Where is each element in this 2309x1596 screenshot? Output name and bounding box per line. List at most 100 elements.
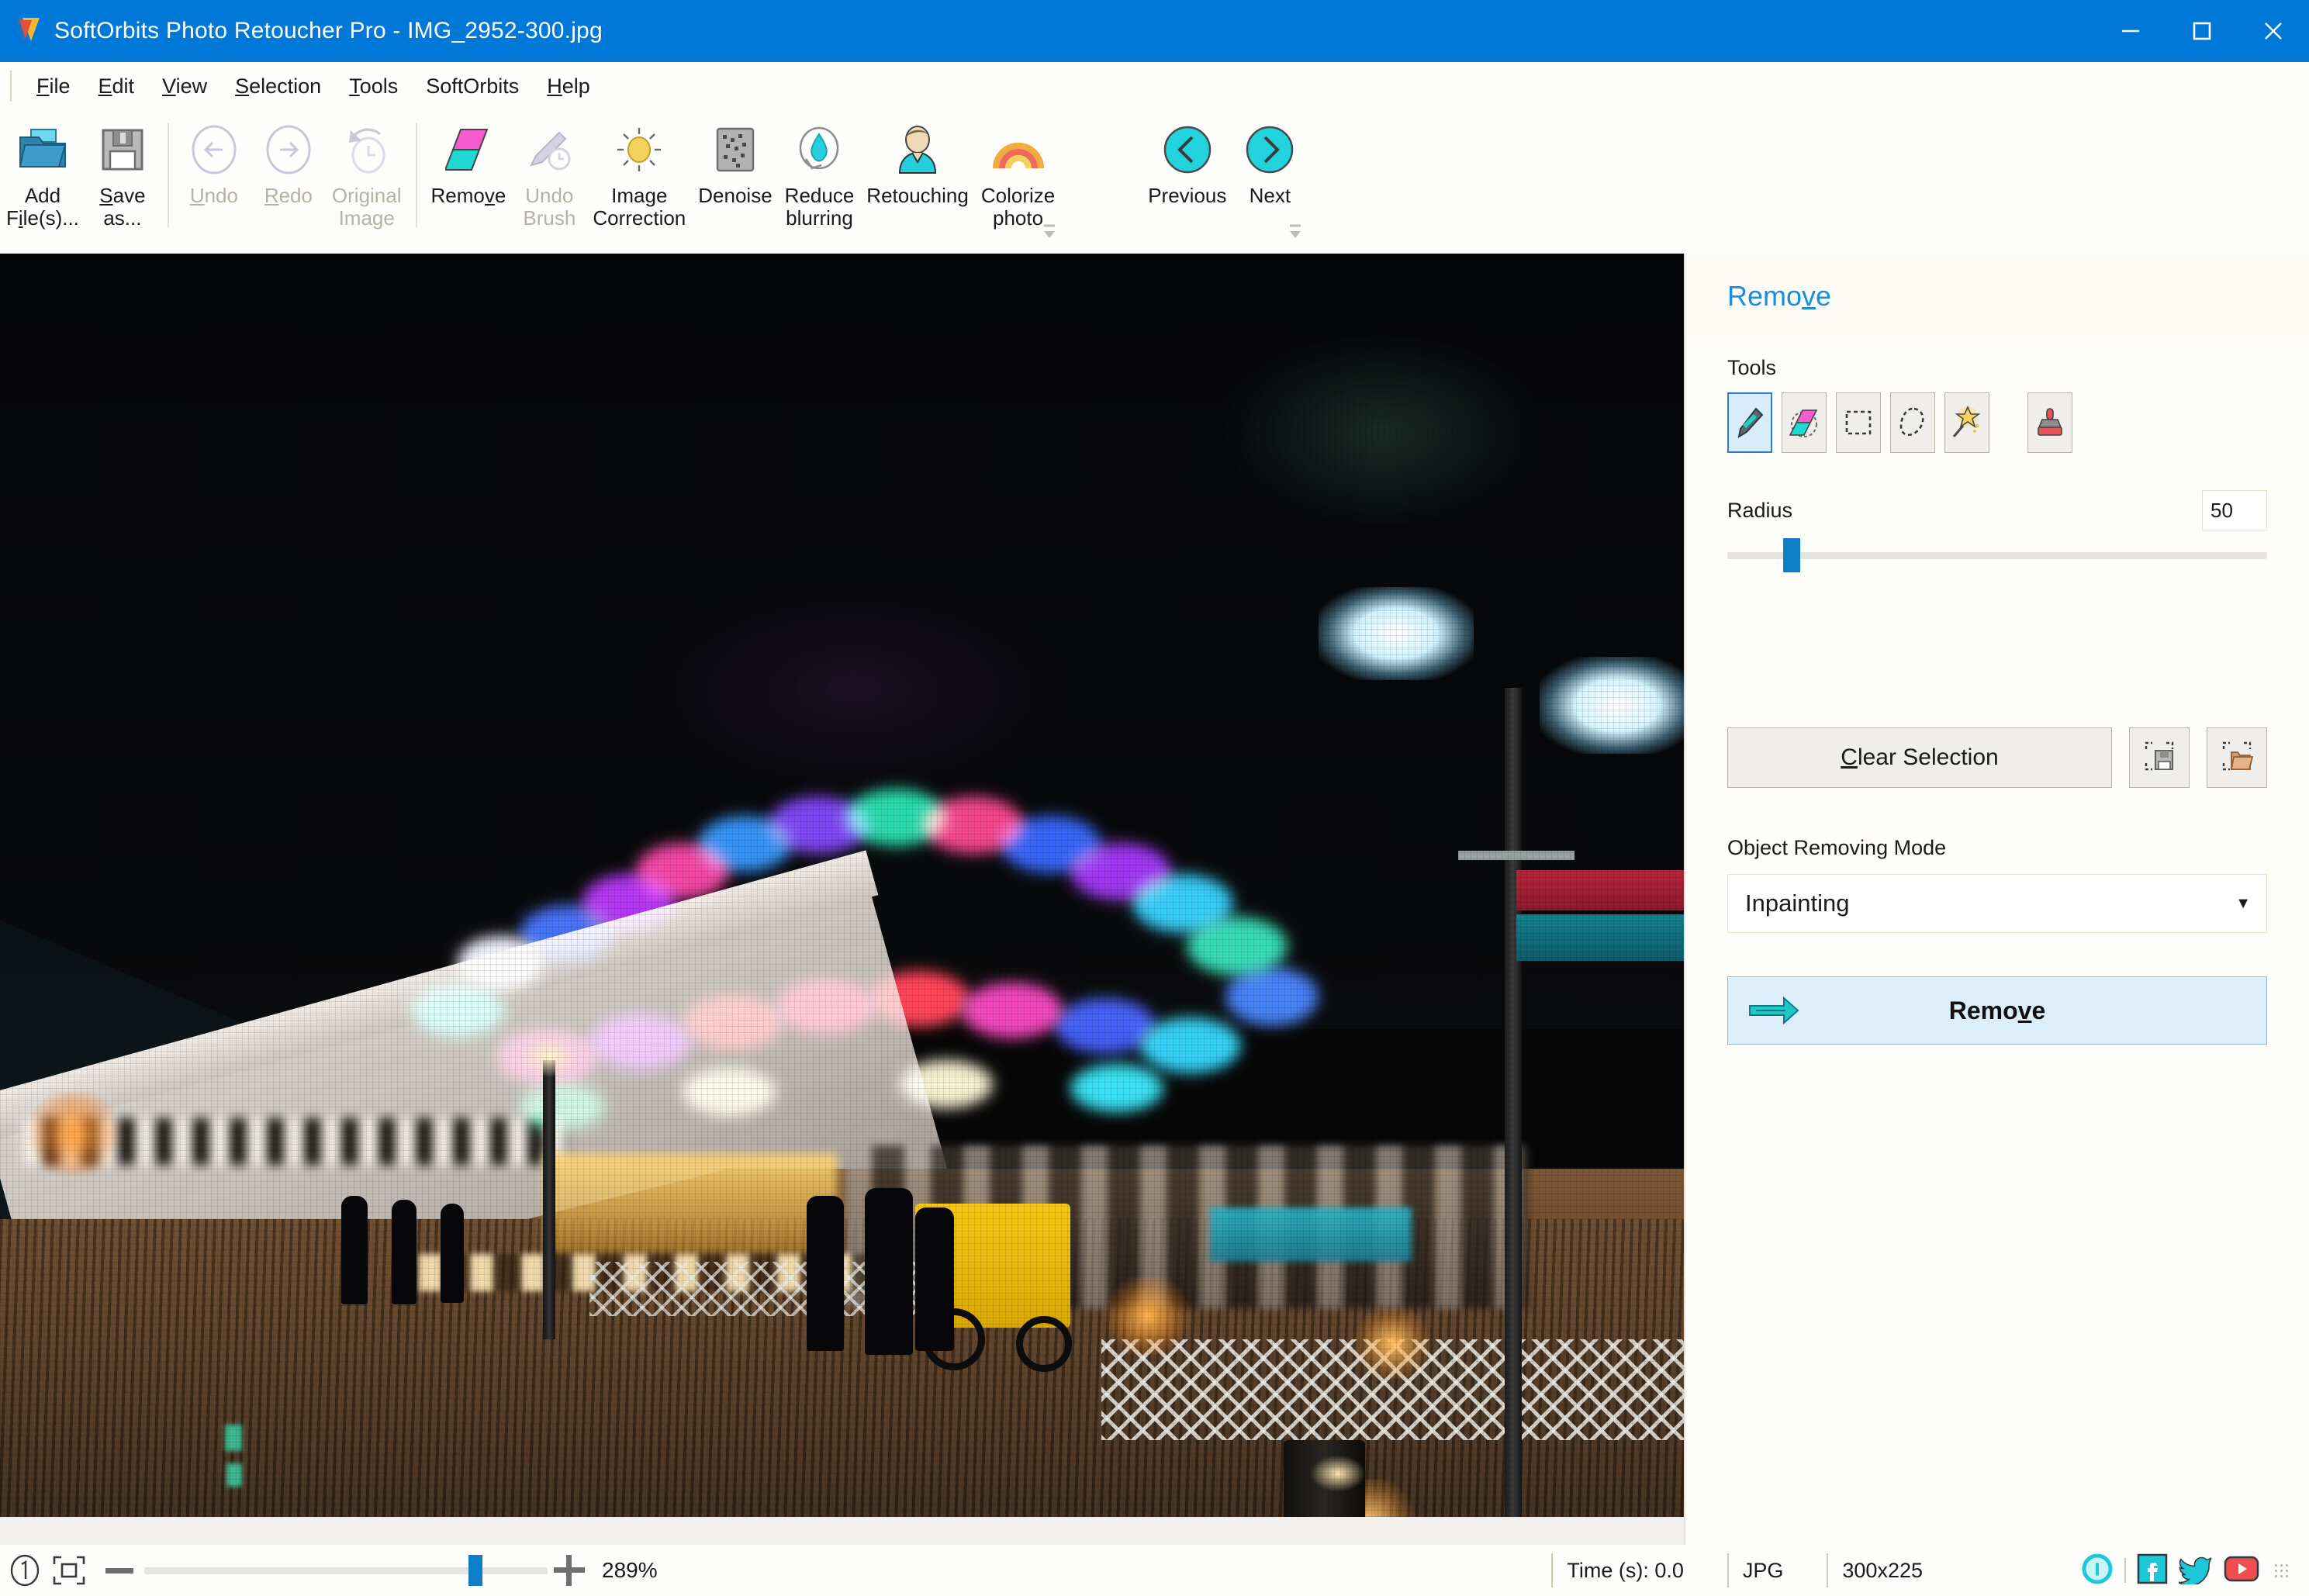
status-bar: 289% Time (s): 0.0 JPG 300x225 — [0, 1545, 2309, 1596]
retouching-button[interactable]: Retouching — [860, 110, 975, 246]
denoise-grid-icon — [713, 119, 758, 180]
original-image-button[interactable]: Original Image — [326, 110, 408, 246]
undo-arrow-icon — [190, 119, 238, 180]
resize-grip-icon[interactable] — [2273, 1563, 2289, 1578]
menu-item-view[interactable]: View — [148, 74, 221, 98]
ribbon-expand-icon[interactable] — [1041, 221, 1058, 241]
radius-slider[interactable] — [1727, 538, 2267, 572]
save-selection-icon — [2143, 740, 2176, 776]
title-bar: SoftOrbits Photo Retoucher Pro - IMG_295… — [0, 0, 2309, 62]
menu-item-softorbits[interactable]: SoftOrbits — [412, 74, 533, 98]
chevron-down-icon: ▼ — [2235, 894, 2251, 912]
object-removing-mode-select[interactable]: Inpainting ▼ — [1727, 874, 2267, 933]
save-as-button[interactable]: Save as... — [85, 110, 160, 246]
magic-wand-icon — [1951, 406, 1983, 440]
zoom-actual-size-icon[interactable] — [8, 1553, 42, 1587]
canvas-scroll-region[interactable] — [0, 1517, 1684, 1545]
remove-action-label: Remove — [1948, 996, 2046, 1024]
eraser-tool[interactable] — [1782, 392, 1827, 453]
save-selection-button[interactable] — [2129, 727, 2190, 788]
zoom-percent-label: 289% — [602, 1558, 658, 1582]
photo-image[interactable] — [0, 254, 1684, 1517]
window-controls — [2095, 0, 2309, 62]
ribbon-group-navigation: Previous Next — [1142, 110, 1307, 254]
close-button[interactable] — [2238, 0, 2309, 62]
menu-bar: File Edit View Selection Tools SoftOrbit… — [0, 62, 2309, 110]
maximize-button[interactable] — [2166, 0, 2238, 62]
remove-parallelogram-icon — [444, 119, 492, 180]
marker-brush-tool[interactable] — [1727, 392, 1772, 453]
street-lamp-post — [1505, 688, 1522, 1517]
ribbon-separator — [167, 123, 169, 227]
menu-item-selection[interactable]: Selection — [221, 74, 335, 98]
undo-button[interactable]: Undo — [177, 110, 251, 246]
open-folder-icon — [17, 119, 68, 180]
radius-slider-track — [1727, 552, 2267, 559]
clear-selection-button[interactable]: Clear Selection — [1727, 727, 2112, 788]
menu-item-file[interactable]: File — [22, 74, 85, 98]
lasso-select-tool[interactable] — [1890, 392, 1935, 453]
eraser-icon — [1789, 406, 1820, 440]
menu-drag-grip[interactable] — [10, 71, 12, 102]
magic-wand-tool[interactable] — [1944, 392, 1989, 453]
denoise-button[interactable]: Denoise — [692, 110, 778, 246]
remove-action-button[interactable]: Remove — [1727, 976, 2267, 1045]
ribbon-toolbar: Add File(s)... Save as... Undo Redo Orig… — [0, 110, 2309, 254]
panel-header: Remove — [1685, 254, 2309, 339]
ribbon-group-file: Add File(s)... Save as... — [0, 110, 160, 254]
person-silhouette — [807, 1196, 844, 1351]
ribbon-group-tools: Remove Undo Brush Image Correction Denoi… — [425, 110, 1062, 254]
next-label: Next — [1249, 184, 1291, 207]
add-files-button[interactable]: Add File(s)... — [0, 110, 85, 246]
load-selection-icon — [2221, 740, 2254, 776]
youtube-icon[interactable] — [2224, 1555, 2259, 1587]
undo-brush-button[interactable]: Undo Brush — [512, 110, 586, 246]
zoom-fit-screen-icon[interactable] — [51, 1553, 87, 1587]
rectangle-select-tool[interactable] — [1836, 392, 1881, 453]
radius-slider-thumb[interactable] — [1783, 538, 1800, 572]
dashed-rectangle-icon — [1843, 407, 1874, 438]
person-portrait-icon — [895, 119, 940, 180]
minimize-button[interactable] — [2095, 0, 2166, 62]
add-files-label: Add File(s)... — [6, 184, 79, 230]
lasso-icon — [1897, 406, 1928, 440]
remove-button[interactable]: Remove — [425, 110, 513, 246]
person-silhouette — [865, 1188, 913, 1355]
zoom-out-icon[interactable] — [105, 1567, 133, 1574]
clock-revert-icon — [343, 119, 391, 180]
remove-tool-panel: Remove Tools Radius 50 C lear Selection … — [1684, 254, 2309, 1545]
object-removing-mode-label: Object Removing Mode — [1727, 836, 1947, 859]
previous-button[interactable]: Previous — [1142, 110, 1232, 246]
ribbon-separator — [415, 123, 417, 227]
facebook-icon[interactable] — [2137, 1553, 2168, 1588]
time-status: Time (s): 0.0 — [1551, 1553, 1684, 1587]
redo-button[interactable]: Redo — [251, 110, 326, 246]
clone-stamp-tool[interactable] — [2027, 392, 2072, 453]
person-silhouette — [915, 1207, 954, 1351]
twitter-icon[interactable] — [2178, 1553, 2213, 1588]
image-canvas-area[interactable] — [0, 254, 1684, 1545]
reduce-blurring-label: Reduce blurring — [784, 184, 855, 230]
person-silhouette — [441, 1204, 464, 1303]
save-as-label: Save as... — [99, 184, 146, 230]
load-selection-button[interactable] — [2207, 727, 2267, 788]
menu-item-edit[interactable]: Edit — [85, 74, 149, 98]
reduce-blurring-button[interactable]: Reduce blurring — [779, 110, 861, 246]
radius-input[interactable]: 50 — [2202, 490, 2267, 530]
ribbon-nav-expand-icon[interactable] — [1287, 221, 1304, 241]
selection-actions-row: Clear Selection — [1727, 727, 2267, 788]
person-silhouette — [392, 1200, 417, 1304]
undo-brush-label: Undo Brush — [523, 184, 576, 230]
info-icon[interactable] — [2081, 1553, 2114, 1589]
dimensions-status: 300x225 — [1827, 1553, 1923, 1587]
zoom-slider-thumb[interactable] — [468, 1555, 482, 1586]
zoom-in-icon[interactable] — [554, 1555, 585, 1586]
redo-label: Redo — [264, 184, 313, 207]
menu-item-tools[interactable]: Tools — [335, 74, 412, 98]
window-title: SoftOrbits Photo Retoucher Pro - IMG_295… — [54, 18, 603, 43]
menu-item-help[interactable]: Help — [533, 74, 604, 98]
marker-icon — [1734, 406, 1765, 440]
image-correction-button[interactable]: Image Correction — [586, 110, 692, 246]
zoom-slider[interactable] — [144, 1555, 548, 1586]
ribbon-group-history: Undo Redo Original Image — [177, 110, 408, 254]
